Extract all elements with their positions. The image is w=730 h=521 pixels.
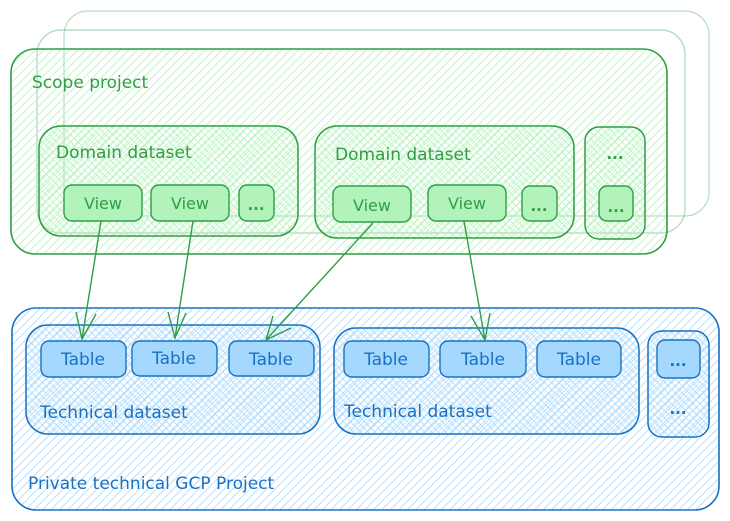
technical-dataset-label: Technical dataset: [39, 403, 188, 423]
more-views-label: ...: [530, 197, 547, 215]
table-label: Table: [60, 350, 105, 370]
architecture-diagram: Scope project Domain dataset View View .…: [10, 10, 720, 511]
view-label: View: [448, 194, 486, 213]
table-box[interactable]: Table: [131, 340, 218, 377]
table-box[interactable]: Table: [343, 340, 430, 378]
view-label: View: [84, 194, 122, 213]
technical-project-label: Private technical GCP Project: [28, 474, 275, 494]
table-label: Table: [248, 350, 293, 370]
view-box[interactable]: View: [63, 184, 143, 222]
view-label: View: [171, 194, 209, 213]
view-box[interactable]: View: [427, 184, 507, 222]
more-views-label: ...: [247, 196, 264, 214]
more-views-label: ...: [607, 198, 624, 216]
technical-dataset-label: Technical dataset: [343, 402, 492, 422]
more-views-box[interactable]: ...: [238, 184, 275, 222]
domain-dataset-label: Domain dataset: [56, 143, 192, 163]
more-views-box[interactable]: ...: [598, 185, 634, 222]
technical-dataset-1: Technical dataset Table Table Table: [25, 324, 321, 435]
scope-project-label: Scope project: [32, 73, 149, 93]
table-label: Table: [460, 350, 505, 370]
table-label: Table: [556, 350, 601, 370]
table-box[interactable]: Table: [536, 340, 622, 378]
more-views-box[interactable]: ...: [521, 185, 558, 222]
more-domain-datasets: ... ...: [584, 126, 646, 240]
more-datasets-label: ...: [606, 145, 623, 163]
table-label: Table: [151, 349, 196, 369]
more-tables-box[interactable]: ...: [656, 339, 701, 379]
more-technical-datasets: ... ...: [647, 330, 710, 438]
domain-dataset-2: Domain dataset View View ...: [314, 125, 575, 239]
table-label: Table: [363, 350, 408, 370]
view-box[interactable]: View: [332, 185, 412, 223]
more-tables-label: ...: [669, 352, 686, 370]
view-label: View: [353, 196, 391, 215]
technical-dataset-2: Technical dataset Table Table Table: [333, 327, 640, 435]
table-box[interactable]: Table: [228, 340, 315, 377]
table-box[interactable]: Table: [40, 340, 127, 378]
domain-dataset-label: Domain dataset: [335, 145, 471, 165]
more-technical-label: ...: [669, 400, 686, 418]
domain-dataset-1: Domain dataset View View ...: [38, 125, 299, 237]
view-box[interactable]: View: [150, 184, 230, 222]
table-box[interactable]: Table: [439, 340, 527, 378]
